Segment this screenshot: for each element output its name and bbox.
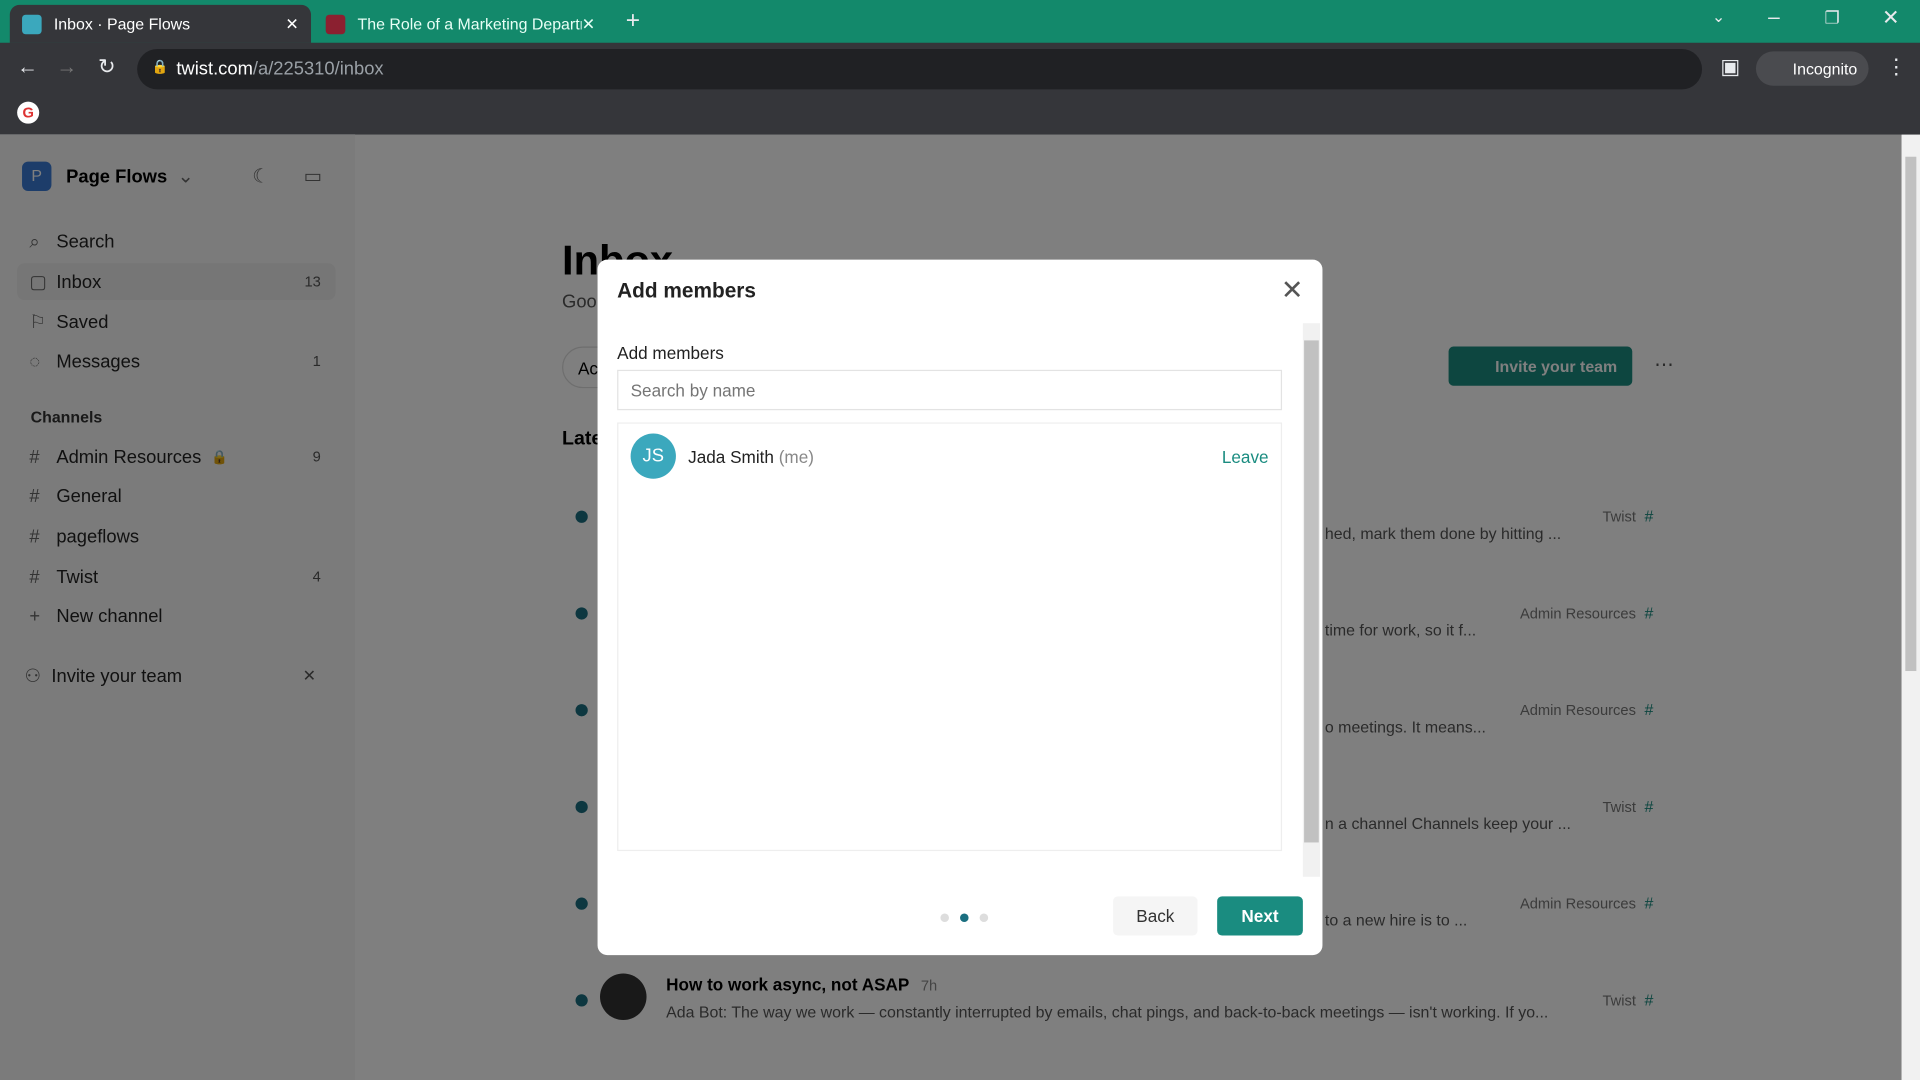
- back-icon[interactable]: ←: [17, 55, 38, 79]
- incognito-badge[interactable]: Incognito: [1755, 51, 1869, 86]
- new-tab-icon[interactable]: +: [626, 7, 640, 35]
- member-list: JS Jada Smith (me) Leave: [617, 422, 1283, 852]
- tab-inbox[interactable]: Inbox · Page Flows ✕: [9, 4, 312, 43]
- step-dot: [979, 913, 989, 923]
- close-icon[interactable]: ✕: [1281, 274, 1304, 306]
- avatar: JS: [630, 433, 676, 479]
- close-tab-icon[interactable]: ✕: [582, 14, 595, 34]
- restore-icon[interactable]: ❐: [1825, 7, 1840, 28]
- menu-icon[interactable]: ⋮: [1886, 55, 1907, 79]
- site-favicon-icon: [325, 14, 346, 34]
- tab-marketing[interactable]: The Role of a Marketing Department✕: [313, 5, 607, 43]
- dialog-title: Add members: [617, 279, 756, 303]
- google-icon[interactable]: G: [17, 101, 40, 124]
- back-button[interactable]: Back: [1113, 896, 1198, 936]
- close-window-icon[interactable]: ✕: [1882, 6, 1899, 30]
- lock-icon: 🔒: [151, 60, 169, 75]
- page-scrollbar[interactable]: [1901, 134, 1920, 1080]
- close-tab-icon[interactable]: ✕: [285, 14, 298, 34]
- step-dot: [960, 913, 969, 923]
- minimize-icon[interactable]: –: [1768, 5, 1780, 29]
- add-members-dialog: Add members ✕ Add members JS Jada Smith …: [597, 259, 1323, 956]
- leave-button[interactable]: Leave: [1222, 447, 1269, 467]
- address-bar[interactable]: 🔒 twist.com/a/225310/inbox: [137, 48, 1703, 90]
- member-name: Jada Smith (me): [688, 446, 814, 467]
- next-button[interactable]: Next: [1217, 896, 1303, 936]
- search-input[interactable]: [617, 369, 1283, 411]
- chevron-down-icon[interactable]: ⌄: [1712, 7, 1725, 27]
- dialog-scrollbar[interactable]: [1302, 323, 1321, 877]
- tab-strip: Inbox · Page Flows ✕ The Role of a Market…: [0, 0, 1920, 43]
- step-dot: [940, 913, 949, 923]
- twist-favicon-icon: [22, 14, 42, 34]
- step-indicator: [940, 913, 989, 923]
- sidepanel-icon[interactable]: ▣: [1720, 55, 1740, 79]
- forward-icon[interactable]: →: [56, 55, 77, 79]
- reload-icon[interactable]: ↻: [98, 55, 115, 79]
- field-label: Add members: [617, 342, 724, 363]
